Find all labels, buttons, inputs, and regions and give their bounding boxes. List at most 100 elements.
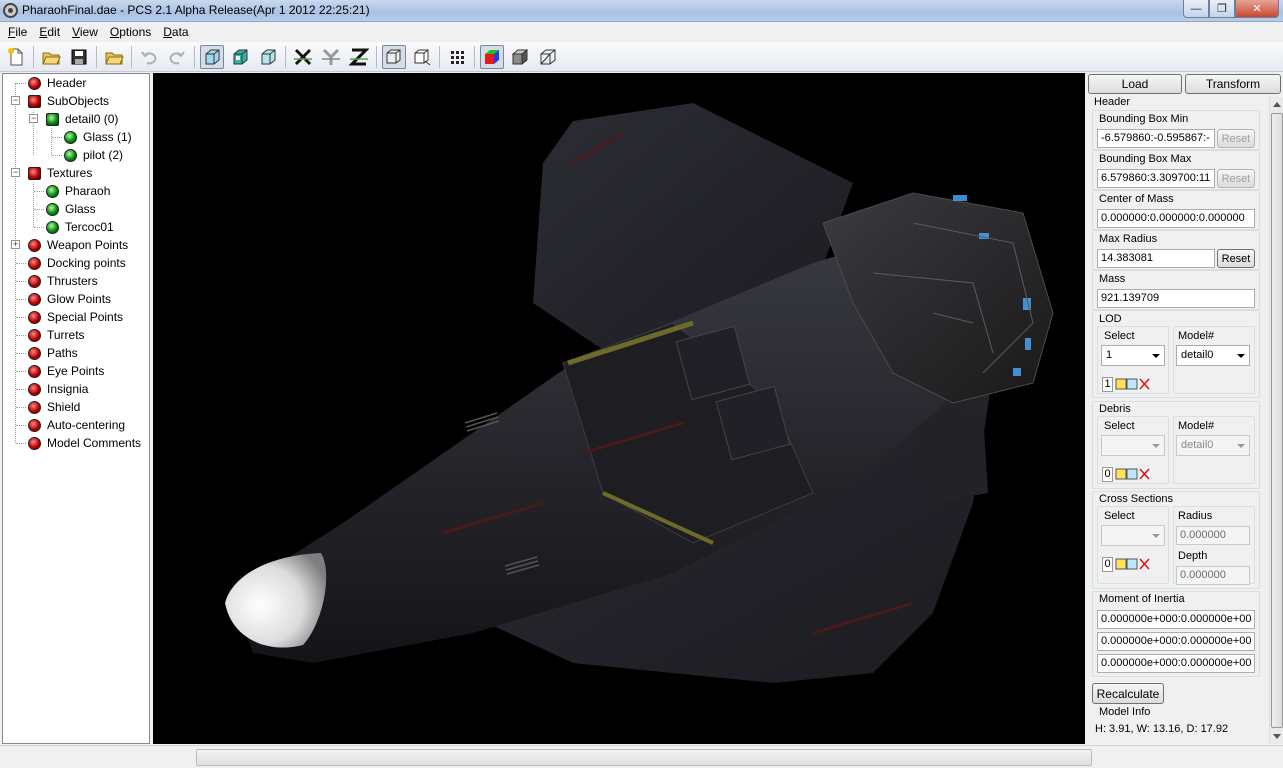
scroll-up-icon[interactable]	[1273, 102, 1281, 107]
tree-item-glass-subobject[interactable]: Glass (1)	[52, 128, 132, 146]
tree-item-paths[interactable]: Paths	[16, 344, 78, 362]
debris-select-dropdown[interactable]	[1101, 435, 1165, 456]
tree-item-label: Auto-centering	[47, 418, 126, 432]
minimize-button[interactable]: —	[1183, 0, 1209, 18]
panel-scrollbar[interactable]	[1269, 97, 1283, 744]
cross-select-dropdown[interactable]	[1101, 525, 1165, 546]
lod-select-dropdown[interactable]: 1	[1101, 345, 1165, 366]
moi-row3-field[interactable]: 0.000000e+000:0.000000e+00	[1097, 654, 1255, 673]
open-button[interactable]	[39, 45, 63, 69]
scroll-down-icon[interactable]	[1273, 734, 1281, 739]
center-of-mass-field[interactable]: 0.000000:0.000000:0.000000	[1097, 209, 1255, 228]
recalculate-button[interactable]: Recalculate	[1092, 683, 1164, 704]
expand-icon[interactable]: +	[11, 240, 20, 249]
tree-item-header[interactable]: Header	[16, 74, 86, 92]
toolbar-separator	[474, 45, 475, 68]
wireframe-view-button[interactable]	[256, 45, 280, 69]
mirror-z-button[interactable]	[347, 45, 371, 69]
tree-item-insignia[interactable]: Insignia	[16, 380, 88, 398]
tree-item-model-comments[interactable]: Model Comments	[16, 434, 141, 452]
add-copy-delete-icon[interactable]	[1115, 556, 1151, 572]
save-button[interactable]	[67, 45, 91, 69]
new-button[interactable]	[4, 45, 28, 69]
grid-button[interactable]	[445, 45, 469, 69]
bbox-min-reset-button[interactable]: Reset	[1217, 129, 1255, 148]
tree-guide-line	[16, 263, 26, 264]
tree-item-detail0[interactable]: − detail0 (0)	[29, 110, 118, 128]
menu-data-mnemonic: D	[163, 25, 172, 39]
max-radius-field[interactable]: 14.383081	[1097, 249, 1215, 268]
status-red-icon	[28, 76, 41, 90]
debris-model-dropdown[interactable]: detail0	[1176, 435, 1250, 456]
menu-file[interactable]: File	[2, 25, 33, 39]
tree-guide-line	[16, 317, 26, 318]
transform-button[interactable]: Transform	[1185, 74, 1281, 94]
bbox-max-field[interactable]: 6.579860:3.309700:11	[1097, 169, 1215, 188]
max-radius-reset-button[interactable]: Reset	[1217, 249, 1255, 268]
bbox-min-field[interactable]: -6.579860:-0.595867:-	[1097, 129, 1215, 148]
ship-model-render	[225, 103, 1054, 683]
moi-row1-field[interactable]: 0.000000e+000:0.000000e+00	[1097, 610, 1255, 629]
textured-view-button[interactable]	[228, 45, 252, 69]
window-controls: — ❐ ✕	[1183, 0, 1279, 18]
tree-item-texture-pharaoh[interactable]: Pharaoh	[34, 182, 110, 200]
mass-field[interactable]: 921.139709	[1097, 289, 1255, 308]
tree-guide-line	[34, 227, 44, 228]
tree-guide-line	[16, 425, 26, 426]
tree-item-weapon-points[interactable]: + Weapon Points	[11, 236, 128, 254]
menu-options[interactable]: Options	[104, 25, 157, 39]
import-button[interactable]	[102, 45, 126, 69]
tree-item-textures[interactable]: − Textures	[11, 164, 92, 182]
tree-item-docking-points[interactable]: Docking points	[16, 254, 126, 272]
status-green-icon	[46, 220, 59, 234]
tree-item-subobjects[interactable]: − SubObjects	[11, 92, 109, 110]
status-green-icon	[46, 202, 59, 216]
lod-model-label: Model#	[1178, 330, 1215, 342]
collapse-icon[interactable]: −	[11, 96, 20, 105]
tree-item-pilot[interactable]: pilot (2)	[52, 146, 123, 164]
tree-item-special-points[interactable]: Special Points	[16, 308, 123, 326]
menu-view[interactable]: View	[66, 25, 104, 39]
collapse-icon[interactable]: −	[29, 114, 38, 123]
tree-guide-line	[16, 353, 26, 354]
debris-count: 0	[1102, 466, 1113, 482]
tree-item-thrusters[interactable]: Thrusters	[16, 272, 98, 290]
color-render-button[interactable]	[480, 44, 504, 69]
redo-button[interactable]	[165, 45, 189, 69]
collapse-icon[interactable]: −	[11, 168, 20, 177]
menu-options-label: ptions	[119, 25, 152, 39]
moi-row2-field[interactable]: 0.000000e+000:0.000000e+00	[1097, 632, 1255, 651]
menu-data[interactable]: Data	[157, 25, 194, 39]
lod-model-dropdown[interactable]: detail0	[1176, 345, 1250, 366]
tree-item-glow-points[interactable]: Glow Points	[16, 290, 111, 308]
undo-button[interactable]	[137, 45, 161, 69]
add-copy-delete-icon[interactable]	[1115, 466, 1151, 482]
load-button[interactable]: Load	[1088, 74, 1182, 94]
menu-edit[interactable]: Edit	[33, 25, 66, 39]
lod-select-label: Select	[1104, 330, 1135, 342]
tree-item-auto-centering[interactable]: Auto-centering	[16, 416, 125, 434]
tree-item-texture-tercoc01[interactable]: Tercoc01	[34, 218, 114, 236]
wire-render-button[interactable]	[536, 45, 560, 69]
mirror-y-button[interactable]	[319, 45, 343, 69]
status-green-icon	[64, 130, 77, 144]
tree-item-texture-glass[interactable]: Glass	[34, 200, 96, 218]
close-button[interactable]: ✕	[1235, 0, 1279, 18]
camera-fit-button[interactable]	[410, 45, 434, 69]
tree-item-shield[interactable]: Shield	[16, 398, 80, 416]
3d-viewport[interactable]	[153, 73, 1085, 744]
depth-field[interactable]: 0.000000	[1176, 566, 1250, 585]
bbox-max-reset-button[interactable]: Reset	[1217, 169, 1255, 188]
scrollbar-thumb[interactable]	[1271, 113, 1283, 728]
add-copy-delete-icon[interactable]	[1115, 376, 1151, 392]
solid-view-button[interactable]	[200, 44, 224, 69]
radius-field[interactable]: 0.000000	[1176, 526, 1250, 545]
status-red-icon	[28, 238, 41, 252]
gray-render-button[interactable]	[508, 45, 532, 69]
maximize-button[interactable]: ❐	[1209, 0, 1235, 18]
tree-item-eye-points[interactable]: Eye Points	[16, 362, 104, 380]
tree-item-turrets[interactable]: Turrets	[16, 326, 85, 344]
window-title: PharaohFinal.dae - PCS 2.1 Alpha Release…	[22, 3, 370, 17]
camera-reset-button[interactable]	[382, 44, 406, 69]
mirror-x-button[interactable]	[291, 45, 315, 69]
